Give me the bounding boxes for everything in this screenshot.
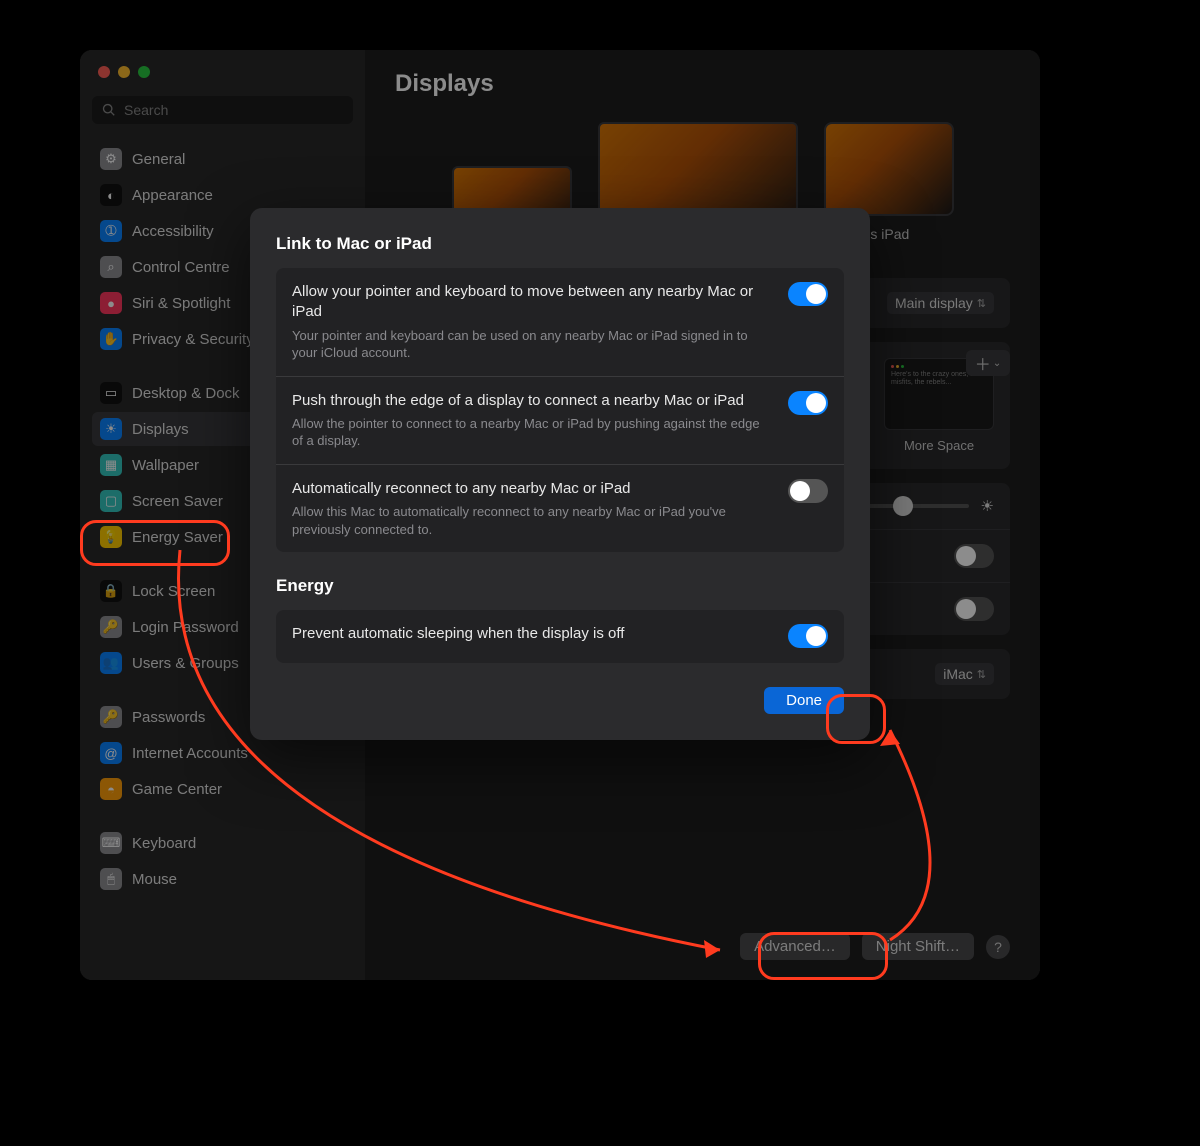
accessibility-icon: ➀	[100, 220, 122, 242]
game-center-icon: ◓	[100, 778, 122, 800]
sidebar-item-label: Siri & Spotlight	[132, 295, 230, 312]
search-box[interactable]	[92, 96, 353, 124]
modal-row-subtitle: Allow the pointer to connect to a nearby…	[292, 415, 772, 450]
sidebar-item-label: Keyboard	[132, 835, 196, 852]
sidebar-item-label: Mouse	[132, 871, 177, 888]
minimize-window-button[interactable]	[118, 66, 130, 78]
users-groups-icon: 👥	[100, 652, 122, 674]
modal-section-energy-title: Energy	[276, 576, 844, 596]
internet-accounts-icon: @	[100, 742, 122, 764]
true-tone-toggle[interactable]	[954, 597, 994, 621]
desktop-dock-icon: ▭	[100, 382, 122, 404]
search-input[interactable]	[124, 102, 343, 118]
advanced-button[interactable]: Advanced…	[740, 933, 850, 960]
general-icon: ⚙	[100, 148, 122, 170]
sidebar-item-internet-accounts[interactable]: @ Internet Accounts	[92, 736, 353, 770]
modal-row-title: Automatically reconnect to any nearby Ma…	[292, 479, 772, 499]
done-button[interactable]: Done	[764, 687, 844, 714]
sidebar-item-label: Desktop & Dock	[132, 385, 240, 402]
modal-section-link-title: Link to Mac or iPad	[276, 234, 844, 254]
appearance-icon: ◐	[100, 184, 122, 206]
mouse-icon: 🖱	[100, 868, 122, 890]
modal-link-row: Push through the edge of a display to co…	[276, 377, 844, 465]
sidebar-item-mouse[interactable]: 🖱 Mouse	[92, 862, 353, 896]
sidebar-item-label: Game Center	[132, 781, 222, 798]
link-toggle-1[interactable]	[788, 391, 828, 415]
advanced-modal: Link to Mac or iPad Allow your pointer a…	[250, 208, 870, 740]
sidebar-item-label: Users & Groups	[132, 655, 239, 672]
auto-brightness-toggle[interactable]	[954, 544, 994, 568]
resolution-label: More Space	[884, 438, 994, 453]
sidebar-item-game-center[interactable]: ◓ Game Center	[92, 772, 353, 806]
sidebar-item-label: Lock Screen	[132, 583, 215, 600]
wallpaper-icon: ▦	[100, 454, 122, 476]
maximize-window-button[interactable]	[138, 66, 150, 78]
sidebar-item-label: Accessibility	[132, 223, 214, 240]
colour-profile-select[interactable]: iMac	[935, 663, 994, 685]
sidebar-item-appearance[interactable]: ◐ Appearance	[92, 178, 353, 212]
page-title: Displays	[395, 70, 1010, 98]
login-password-icon: 🔑	[100, 616, 122, 638]
sidebar-item-keyboard[interactable]: ⌨ Keyboard	[92, 826, 353, 860]
add-display-button[interactable]: ＋⌄	[966, 350, 1010, 376]
night-shift-button[interactable]: Night Shift…	[862, 933, 974, 960]
sidebar-item-label: Privacy & Security	[132, 331, 254, 348]
modal-link-row: Automatically reconnect to any nearby Ma…	[276, 465, 844, 552]
sidebar-item-label: Passwords	[132, 709, 205, 726]
privacy-icon: ✋	[100, 328, 122, 350]
use-as-select[interactable]: Main display	[887, 292, 994, 314]
sidebar-item-label: Control Centre	[132, 259, 230, 276]
sidebar-item-label: Screen Saver	[132, 493, 223, 510]
displays-icon: ☀	[100, 418, 122, 440]
help-button[interactable]: ?	[986, 935, 1010, 959]
modal-row-title: Push through the edge of a display to co…	[292, 391, 772, 411]
modal-energy-block: Prevent automatic sleeping when the disp…	[276, 610, 844, 662]
modal-row-subtitle: Your pointer and keyboard can be used on…	[292, 327, 772, 362]
control-centre-icon: ⌕	[100, 256, 122, 278]
lock-screen-icon: 🔒	[100, 580, 122, 602]
sidebar-item-label: Login Password	[132, 619, 239, 636]
link-toggle-0[interactable]	[788, 282, 828, 306]
energy-saver-icon: 💡	[100, 526, 122, 548]
close-window-button[interactable]	[98, 66, 110, 78]
footer-buttons: Advanced… Night Shift… ?	[740, 933, 1010, 960]
siri-icon: ●	[100, 292, 122, 314]
keyboard-icon: ⌨	[100, 832, 122, 854]
modal-row-subtitle: Allow this Mac to automatically reconnec…	[292, 503, 772, 538]
sidebar-item-label: Internet Accounts	[132, 745, 248, 762]
window-controls	[92, 66, 353, 78]
passwords-icon: 🔑	[100, 706, 122, 728]
modal-link-row: Allow your pointer and keyboard to move …	[276, 268, 844, 377]
sidebar-item-label: General	[132, 151, 185, 168]
energy-row-title: Prevent automatic sleeping when the disp…	[292, 624, 772, 644]
brightness-icon: ☀	[981, 497, 994, 515]
sidebar-item-general[interactable]: ⚙ General	[92, 142, 353, 176]
display-thumb-label: 's iPad	[868, 226, 910, 242]
search-icon	[102, 103, 116, 117]
sidebar-item-label: Appearance	[132, 187, 213, 204]
sidebar-item-label: Wallpaper	[132, 457, 199, 474]
modal-link-block: Allow your pointer and keyboard to move …	[276, 268, 844, 552]
modal-row-title: Allow your pointer and keyboard to move …	[292, 282, 772, 323]
prevent-sleep-toggle[interactable]	[788, 624, 828, 648]
sidebar-item-label: Energy Saver	[132, 529, 223, 546]
sidebar-item-label: Displays	[132, 421, 189, 438]
screen-saver-icon: ▢	[100, 490, 122, 512]
link-toggle-2[interactable]	[788, 479, 828, 503]
